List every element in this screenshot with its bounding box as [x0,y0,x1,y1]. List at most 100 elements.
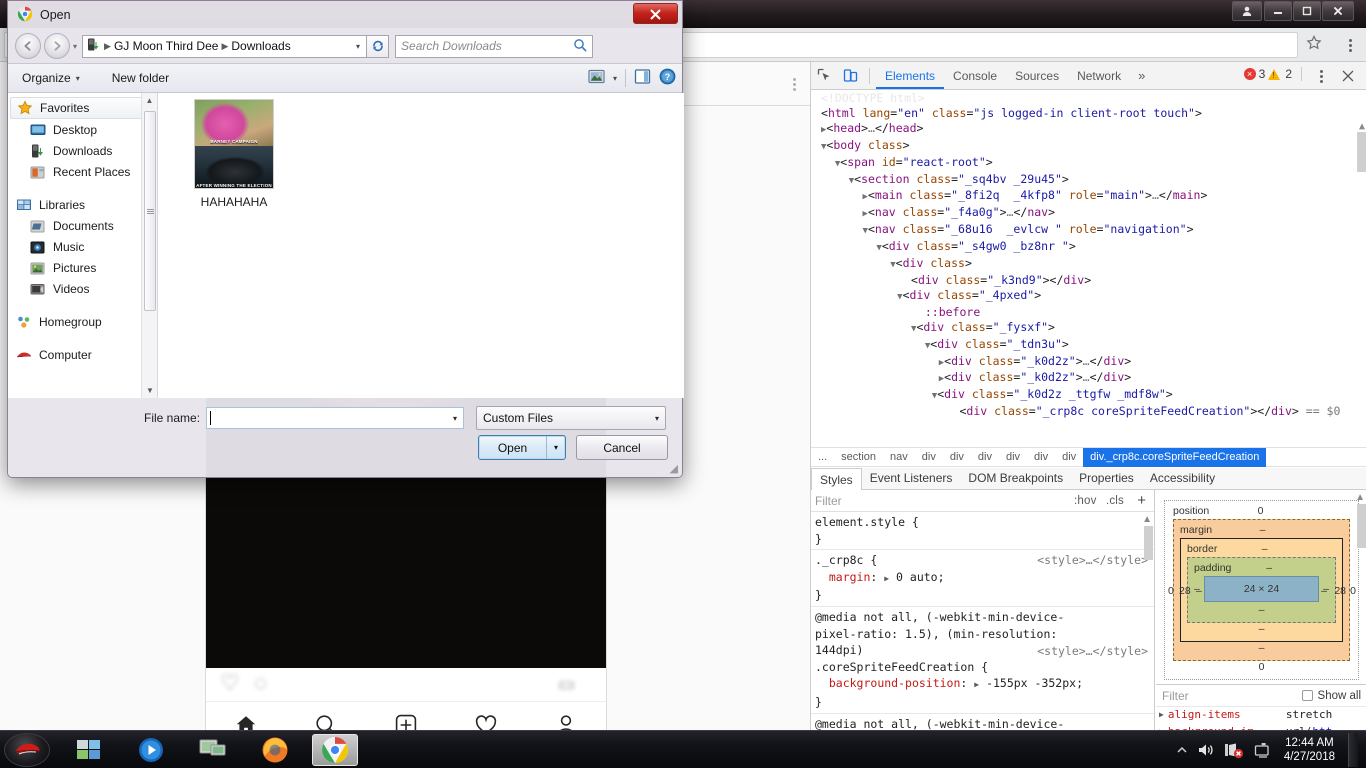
tab-network[interactable]: Network [1068,62,1130,89]
bookmark-star-icon[interactable] [1305,34,1327,56]
box-model-margin-bottom[interactable]: – [1180,642,1343,654]
address-breadcrumb-bar[interactable]: ▶ GJ Moon Third Dee ▶ Downloads ▾ [82,34,368,58]
dom-row[interactable]: <!DOCTYPE html> [821,91,1366,106]
sidebar-item-music[interactable]: Music [8,236,157,257]
sidebar-item-favorites[interactable]: Favorites [10,97,155,119]
dom-row[interactable]: ▼<div class="_s4gw0 _bz8nr "> [821,239,1366,256]
style-rule-source[interactable]: <style>…</style> [1037,552,1148,569]
box-model-position-top[interactable]: 0 [1258,505,1302,517]
subtab-accessibility[interactable]: Accessibility [1142,468,1223,489]
heart-icon[interactable] [474,713,498,730]
profile-button[interactable] [1232,1,1262,21]
breadcrumb-item[interactable]: div [915,448,943,467]
search-icon[interactable] [573,38,587,55]
home-icon[interactable] [234,713,258,730]
tab-console[interactable]: Console [944,62,1006,89]
box-model-position-right[interactable]: 0 [1350,585,1356,597]
subtab-event-listeners[interactable]: Event Listeners [862,468,961,489]
breadcrumb-item[interactable]: div [1055,448,1083,467]
right-pane-scroll-up-arrow[interactable]: ▲ [1355,492,1365,503]
sidebar-scrollbar[interactable]: ▲ ▼ [141,93,157,398]
box-model-margin-top[interactable]: – [1260,524,1296,536]
box-model-border-layer[interactable]: border – padding – – 24 × 24 – – – [1180,538,1343,642]
hov-cls-toggles[interactable]: :hov .cls [1074,495,1124,507]
box-model-position-layer[interactable]: position 0 margin – border – padding – – 24 … [1164,500,1359,680]
dom-row[interactable]: ▼<div class="_4pxed"> [821,288,1366,305]
dom-tree[interactable]: <!DOCTYPE html> <html lang="en" class="j… [811,90,1366,447]
new-folder-button[interactable]: New folder [106,71,175,85]
taskbar-item-display-settings[interactable] [192,735,234,765]
tab-elements[interactable]: Elements [876,62,945,89]
dom-row[interactable]: ▼<div class="_fysxf"> [821,320,1366,337]
sidebar-item-downloads[interactable]: Downloads [8,140,157,161]
dom-row[interactable]: ▶<main class="_8fi2q _4kfp8" role="main"… [821,188,1366,205]
breadcrumb-item[interactable]: div [1027,448,1055,467]
tab-sources[interactable]: Sources [1006,62,1068,89]
inspect-element-icon[interactable] [811,63,837,89]
sidebar-item-desktop[interactable]: Desktop [8,119,157,140]
breadcrumb-item[interactable]: div [971,448,999,467]
file-name-input[interactable]: ▾ [206,407,464,429]
sidebar-item-documents[interactable]: Documents [8,215,157,236]
network-error-icon[interactable] [1224,742,1244,759]
computed-property-row[interactable]: ▶ align-items stretch [1156,707,1366,724]
breadcrumb-item[interactable]: div [943,448,971,467]
sidebar-scroll-down-arrow[interactable]: ▼ [142,383,158,398]
box-model-border-right[interactable]: – [1321,585,1327,597]
show-all-checkbox[interactable] [1301,690,1313,701]
file-name-dropdown-icon[interactable]: ▾ [453,414,460,423]
sidebar-item-pictures[interactable]: Pictures [8,257,157,278]
devtools-close-icon[interactable] [1338,66,1358,86]
preview-pane-icon[interactable] [634,69,651,87]
post-comment-icon[interactable]: ◌ [254,670,267,696]
breadcrumb-item[interactable]: section [834,448,883,467]
subtab-dom-breakpoints[interactable]: DOM Breakpoints [960,468,1071,489]
chrome-menu-icon[interactable] [1340,34,1360,56]
search-input[interactable]: Search Downloads [395,34,594,58]
dom-row[interactable]: ▼<body class> [821,138,1366,155]
hov-toggle[interactable]: :hov [1074,495,1097,507]
back-button[interactable] [15,33,41,59]
address-dropdown-icon[interactable]: ▾ [356,42,363,51]
sidebar-scroll-up-arrow[interactable]: ▲ [142,93,157,108]
taskbar-item-explorer[interactable] [68,735,110,765]
person-icon[interactable] [554,713,578,730]
style-prop-value[interactable]: -155px -352px; [986,676,1083,690]
taskbar-item-chrome[interactable] [312,734,358,766]
box-model-padding-layer[interactable]: padding – – 24 × 24 – – [1187,557,1336,623]
dom-row[interactable]: ▶<div class="_k0d2z">…</div> [821,370,1366,387]
dom-row[interactable]: <div class="_k3nd9"></div> [821,273,1366,288]
more-tabs-button[interactable]: » [1130,68,1153,83]
view-mode-caret-icon[interactable]: ▾ [613,74,617,83]
box-model-position-left[interactable]: 0 [1168,585,1174,597]
sidebar-item-recent-places[interactable]: Recent Places [8,161,157,182]
box-model-margin-left[interactable]: 28 [1179,585,1191,597]
dom-row[interactable]: ▶<head>…</head> [821,121,1366,138]
box-model-margin-right[interactable]: 28 [1334,585,1346,597]
devtools-menu-icon[interactable] [1312,65,1330,87]
dialog-resize-grip-icon[interactable]: ◢ [670,462,678,475]
show-desktop-button[interactable] [1348,733,1358,767]
speaker-icon[interactable] [1197,742,1215,758]
file-list[interactable]: BARNEY CAMPAIGN AFTER WINNING THE ELECTI… [158,93,684,398]
dom-row[interactable]: ▼<span id="react-root"> [821,155,1366,172]
breadcrumb-user[interactable]: GJ Moon Third Dee [114,39,219,53]
dom-row[interactable]: ▼<div class="_tdn3u"> [821,337,1366,354]
style-prop-name[interactable]: background-position [829,676,961,690]
dom-row[interactable]: ▶<div class="_k0d2z">…</div> [821,354,1366,371]
style-prop-name[interactable]: margin [829,570,871,584]
breadcrumb-item[interactable]: ... [811,448,834,467]
dom-scrollbar-thumb[interactable] [1357,132,1366,172]
forward-button[interactable] [44,33,70,59]
help-icon[interactable]: ? [659,68,676,88]
dialog-close-button[interactable] [633,3,678,24]
box-model-padding-bottom[interactable]: – [1194,604,1329,616]
organize-button[interactable]: Organize ▾ [16,71,86,85]
box-model-padding-top[interactable]: – [1266,562,1294,574]
start-orb-icon[interactable] [4,733,50,767]
new-style-rule-button[interactable]: + [1137,493,1146,508]
sidebar-item-computer[interactable]: Computer [8,344,157,365]
box-model-content-box[interactable]: 24 × 24 [1203,576,1320,602]
subtab-properties[interactable]: Properties [1071,468,1142,489]
styles-scrollbar-thumb[interactable] [1144,526,1153,560]
